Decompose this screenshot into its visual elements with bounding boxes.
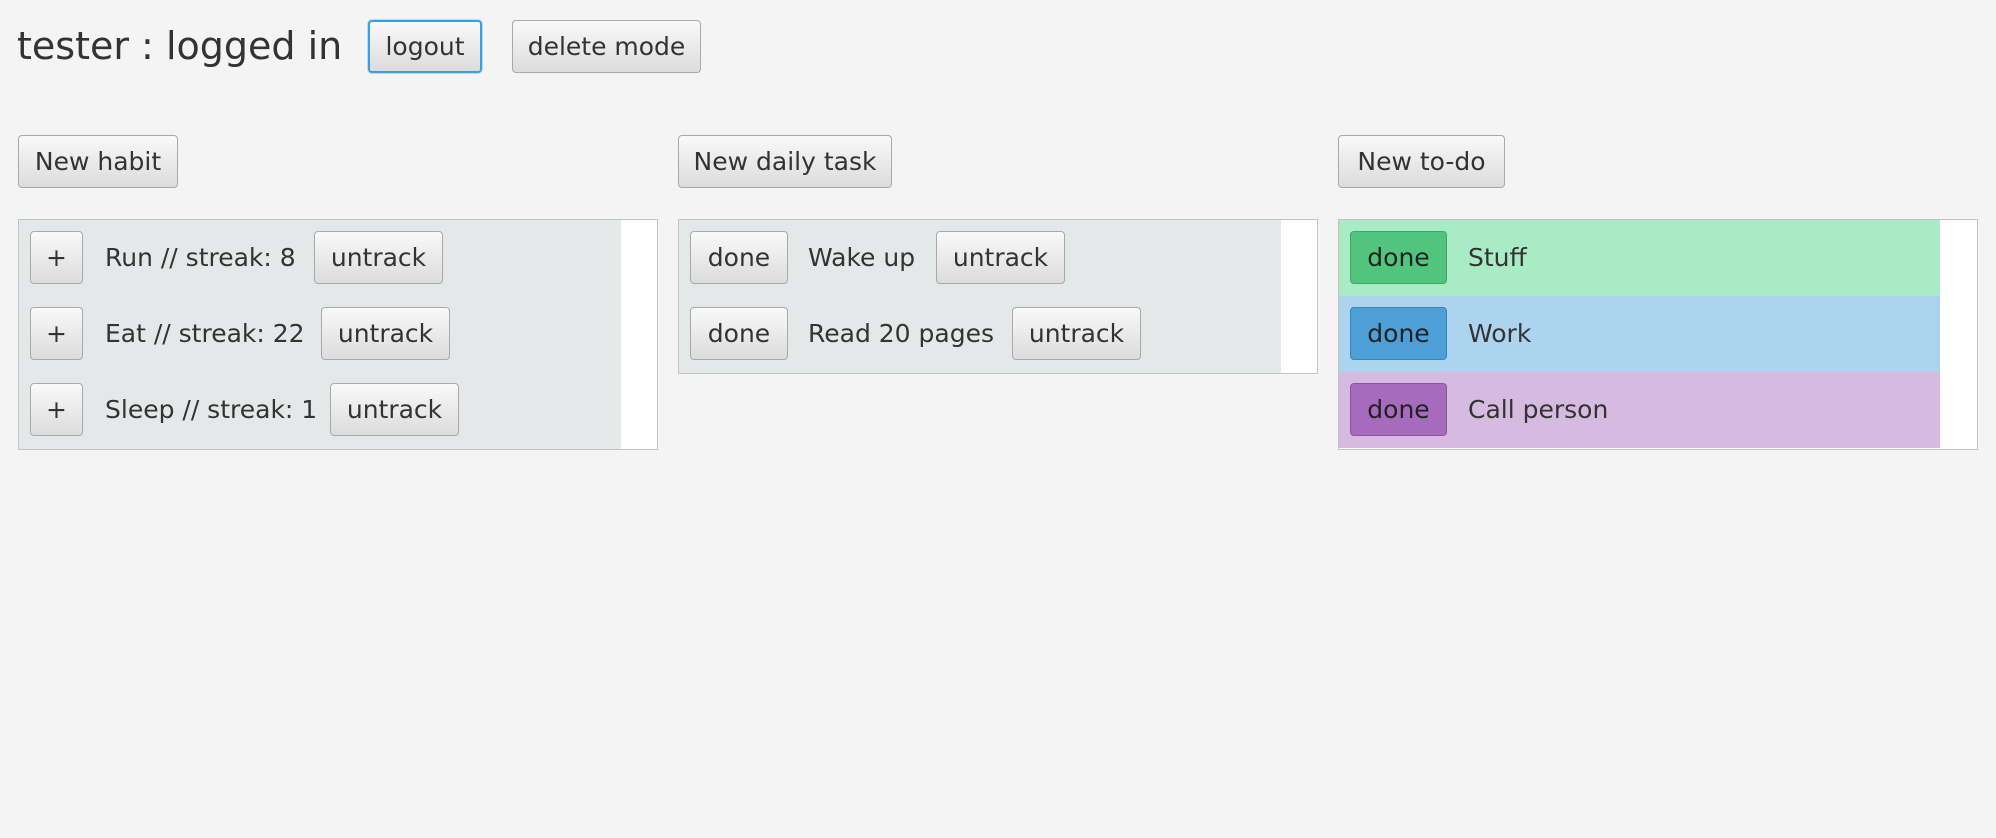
daily-task-label-read: Read 20 pages (808, 319, 994, 348)
todo-row-work: done Work (1339, 296, 1940, 372)
header-title: tester : logged in (17, 24, 343, 68)
habit-row-run: + Run // streak: 8 untrack (19, 220, 621, 296)
todo-list: done Stuff done Work done Call person (1338, 219, 1978, 450)
habit-label-run: Run // streak: 8 (105, 243, 296, 272)
new-habit-button[interactable]: New habit (18, 135, 178, 188)
habit-increment-button-sleep[interactable]: + (30, 383, 83, 436)
todo-label-call-person: Call person (1468, 395, 1609, 424)
todo-done-button-work[interactable]: done (1350, 307, 1447, 360)
todo-row-call-person: done Call person (1339, 372, 1940, 448)
daily-tasks-list-content: done Wake up untrack done Read 20 pages … (679, 220, 1281, 373)
todo-done-button-call-person[interactable]: done (1350, 383, 1447, 436)
habit-label-eat: Eat // streak: 22 (105, 319, 305, 348)
daily-task-done-button-wake-up[interactable]: done (690, 231, 788, 284)
new-daily-task-button[interactable]: New daily task (678, 135, 892, 188)
daily-task-label-wake-up: Wake up (808, 243, 916, 272)
todo-label-work: Work (1468, 319, 1532, 348)
daily-task-untrack-button-wake-up[interactable]: untrack (936, 231, 1065, 284)
daily-task-untrack-button-read[interactable]: untrack (1012, 307, 1141, 360)
delete-mode-button[interactable]: delete mode (512, 20, 701, 73)
daily-tasks-list: done Wake up untrack done Read 20 pages … (678, 219, 1318, 374)
todo-row-stuff: done Stuff (1339, 220, 1940, 296)
habit-increment-button-eat[interactable]: + (30, 307, 83, 360)
logout-button[interactable]: logout (368, 20, 482, 73)
habit-untrack-button-eat[interactable]: untrack (321, 307, 450, 360)
daily-task-row-read: done Read 20 pages untrack (679, 296, 1281, 372)
habit-label-sleep: Sleep // streak: 1 (105, 395, 318, 424)
daily-task-done-button-read[interactable]: done (690, 307, 788, 360)
new-todo-button[interactable]: New to-do (1338, 135, 1505, 188)
habit-untrack-button-run[interactable]: untrack (314, 231, 443, 284)
habit-untrack-button-sleep[interactable]: untrack (330, 383, 459, 436)
habit-row-eat: + Eat // streak: 22 untrack (19, 296, 621, 372)
habits-list-content: + Run // streak: 8 untrack + Eat // stre… (19, 220, 621, 449)
habit-increment-button-run[interactable]: + (30, 231, 83, 284)
habit-row-sleep: + Sleep // streak: 1 untrack (19, 372, 621, 448)
daily-task-row-wake-up: done Wake up untrack (679, 220, 1281, 296)
todo-done-button-stuff[interactable]: done (1350, 231, 1447, 284)
todo-list-content: done Stuff done Work done Call person (1339, 220, 1940, 449)
habits-list: + Run // streak: 8 untrack + Eat // stre… (18, 219, 658, 450)
todo-label-stuff: Stuff (1468, 243, 1527, 272)
